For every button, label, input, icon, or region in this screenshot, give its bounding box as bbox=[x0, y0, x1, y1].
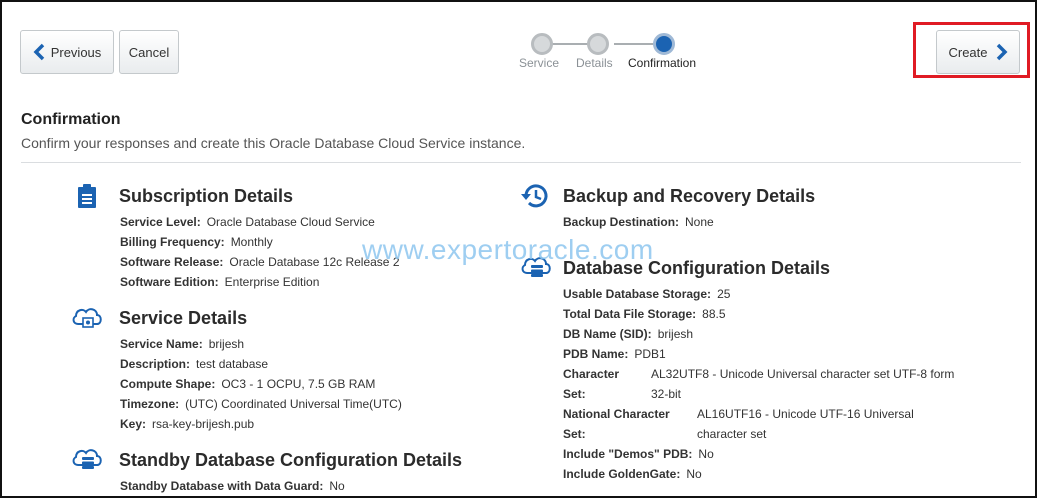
detail-key: Compute Shape: bbox=[120, 377, 216, 391]
previous-button[interactable]: Previous bbox=[20, 30, 114, 74]
train-stop-details[interactable] bbox=[587, 33, 609, 55]
detail-key: Character bbox=[563, 367, 620, 381]
cloud-database-icon bbox=[70, 445, 104, 478]
detail-row: Backup Destination: None bbox=[563, 215, 714, 229]
detail-value: PDB1 bbox=[634, 347, 666, 361]
detail-row: PDB Name: PDB1 bbox=[563, 347, 666, 361]
confirmation-page: Previous Cancel Create Service Details C… bbox=[0, 0, 1037, 498]
detail-key: Usable Database Storage: bbox=[563, 287, 712, 301]
detail-key: Include "Demos" PDB: bbox=[563, 447, 693, 461]
detail-key: Set: bbox=[563, 427, 586, 441]
header-divider bbox=[21, 162, 1021, 163]
detail-value: No bbox=[329, 479, 345, 493]
train-label-confirmation: Confirmation bbox=[628, 56, 697, 70]
detail-row: Service Level: Oracle Database Cloud Serv… bbox=[120, 215, 375, 229]
detail-key: PDB Name: bbox=[563, 347, 629, 361]
detail-key: Set: bbox=[563, 387, 586, 401]
detail-value: OC3 - 1 OCPU, 7.5 GB RAM bbox=[221, 377, 376, 391]
detail-key: Description: bbox=[120, 357, 191, 371]
national-character-set-key-cont: Set: bbox=[563, 427, 586, 441]
detail-row: DB Name (SID): brijesh bbox=[563, 327, 693, 341]
create-button-highlight bbox=[913, 22, 1030, 78]
detail-row: Service Name: brijesh bbox=[120, 337, 244, 351]
detail-value: 25 bbox=[717, 287, 731, 301]
detail-value: (UTC) Coordinated Universal Time(UTC) bbox=[185, 397, 402, 411]
page-subtitle: Confirm your responses and create this O… bbox=[21, 135, 526, 151]
national-character-set-value-cont: character set bbox=[697, 427, 767, 441]
detail-row: Billing Frequency: Monthly bbox=[120, 235, 273, 249]
detail-row: Include "Demos" PDB: No bbox=[563, 447, 714, 461]
detail-key: Key: bbox=[120, 417, 147, 431]
step-train: Service Details Confirmation bbox=[512, 32, 712, 72]
detail-value: 88.5 bbox=[702, 307, 726, 321]
page-title: Confirmation bbox=[21, 111, 121, 128]
detail-row: Include GoldenGate: No bbox=[563, 467, 702, 481]
detail-row: Timezone: (UTC) Coordinated Universal Tim… bbox=[120, 397, 402, 411]
detail-value: None bbox=[685, 215, 714, 229]
detail-row: Total Data File Storage: 88.5 bbox=[563, 307, 726, 321]
backup-history-icon bbox=[520, 180, 552, 217]
detail-row: Usable Database Storage: 25 bbox=[563, 287, 730, 301]
detail-key: Total Data File Storage: bbox=[563, 307, 697, 321]
national-character-set-value: AL16UTF16 - Unicode UTF-16 Universal bbox=[697, 407, 914, 421]
detail-value: Enterprise Edition bbox=[224, 275, 320, 289]
detail-key: Standby Database with Data Guard: bbox=[120, 479, 324, 493]
detail-key: Service Name: bbox=[120, 337, 203, 351]
cancel-button[interactable]: Cancel bbox=[119, 30, 179, 74]
detail-row: Compute Shape: OC3 - 1 OCPU, 7.5 GB RAM bbox=[120, 377, 375, 391]
backup-recovery-title: Backup and Recovery Details bbox=[563, 186, 816, 206]
detail-row: Key: rsa-key-brijesh.pub bbox=[120, 417, 254, 431]
train-stop-service[interactable] bbox=[531, 33, 553, 55]
detail-row: Software Edition: Enterprise Edition bbox=[120, 275, 319, 289]
standby-details-title: Standby Database Configuration Details bbox=[119, 450, 463, 470]
national-character-set-key: National Character bbox=[563, 407, 670, 421]
detail-key: Software Edition: bbox=[120, 275, 219, 289]
detail-value: rsa-key-brijesh.pub bbox=[152, 417, 255, 431]
character-set-value-cont: 32-bit bbox=[651, 387, 682, 401]
train-label-details[interactable]: Details bbox=[576, 56, 613, 70]
train-stop-confirmation bbox=[653, 33, 675, 55]
detail-value: Oracle Database Cloud Service bbox=[206, 215, 375, 229]
detail-key: Service Level: bbox=[120, 215, 201, 229]
previous-label: Previous bbox=[50, 44, 102, 60]
service-details-title: Service Details bbox=[119, 308, 248, 328]
detail-value: brijesh bbox=[208, 337, 245, 351]
detail-value: Monthly bbox=[230, 235, 273, 249]
detail-value: No bbox=[686, 467, 702, 481]
train-label-service[interactable]: Service bbox=[519, 56, 559, 70]
detail-key: National Character bbox=[563, 407, 670, 421]
detail-value: brijesh bbox=[657, 327, 694, 341]
detail-value: test database bbox=[196, 357, 269, 371]
detail-row: Description: test database bbox=[120, 357, 268, 371]
character-set-value: AL32UTF8 - Unicode Universal character s… bbox=[651, 367, 955, 381]
detail-key: Backup Destination: bbox=[563, 215, 680, 229]
cloud-service-icon bbox=[70, 304, 104, 337]
detail-row: Software Release: Oracle Database 12c Rel… bbox=[120, 255, 400, 269]
detail-key: Timezone: bbox=[120, 397, 180, 411]
detail-key: Billing Frequency: bbox=[120, 235, 225, 249]
detail-key: DB Name (SID): bbox=[563, 327, 652, 341]
detail-row: Standby Database with Data Guard: No bbox=[120, 479, 345, 493]
watermark: www.expertoracle.com bbox=[362, 234, 654, 265]
chevron-left-icon bbox=[33, 43, 45, 61]
character-set-key: Character bbox=[563, 367, 619, 381]
detail-value: No bbox=[698, 447, 714, 461]
detail-key: Include GoldenGate: bbox=[563, 467, 681, 481]
character-set-key-cont: Set: bbox=[563, 387, 586, 401]
subscription-details-title: Subscription Details bbox=[119, 186, 294, 206]
clipboard-icon bbox=[76, 183, 98, 214]
detail-key: Software Release: bbox=[120, 255, 224, 269]
